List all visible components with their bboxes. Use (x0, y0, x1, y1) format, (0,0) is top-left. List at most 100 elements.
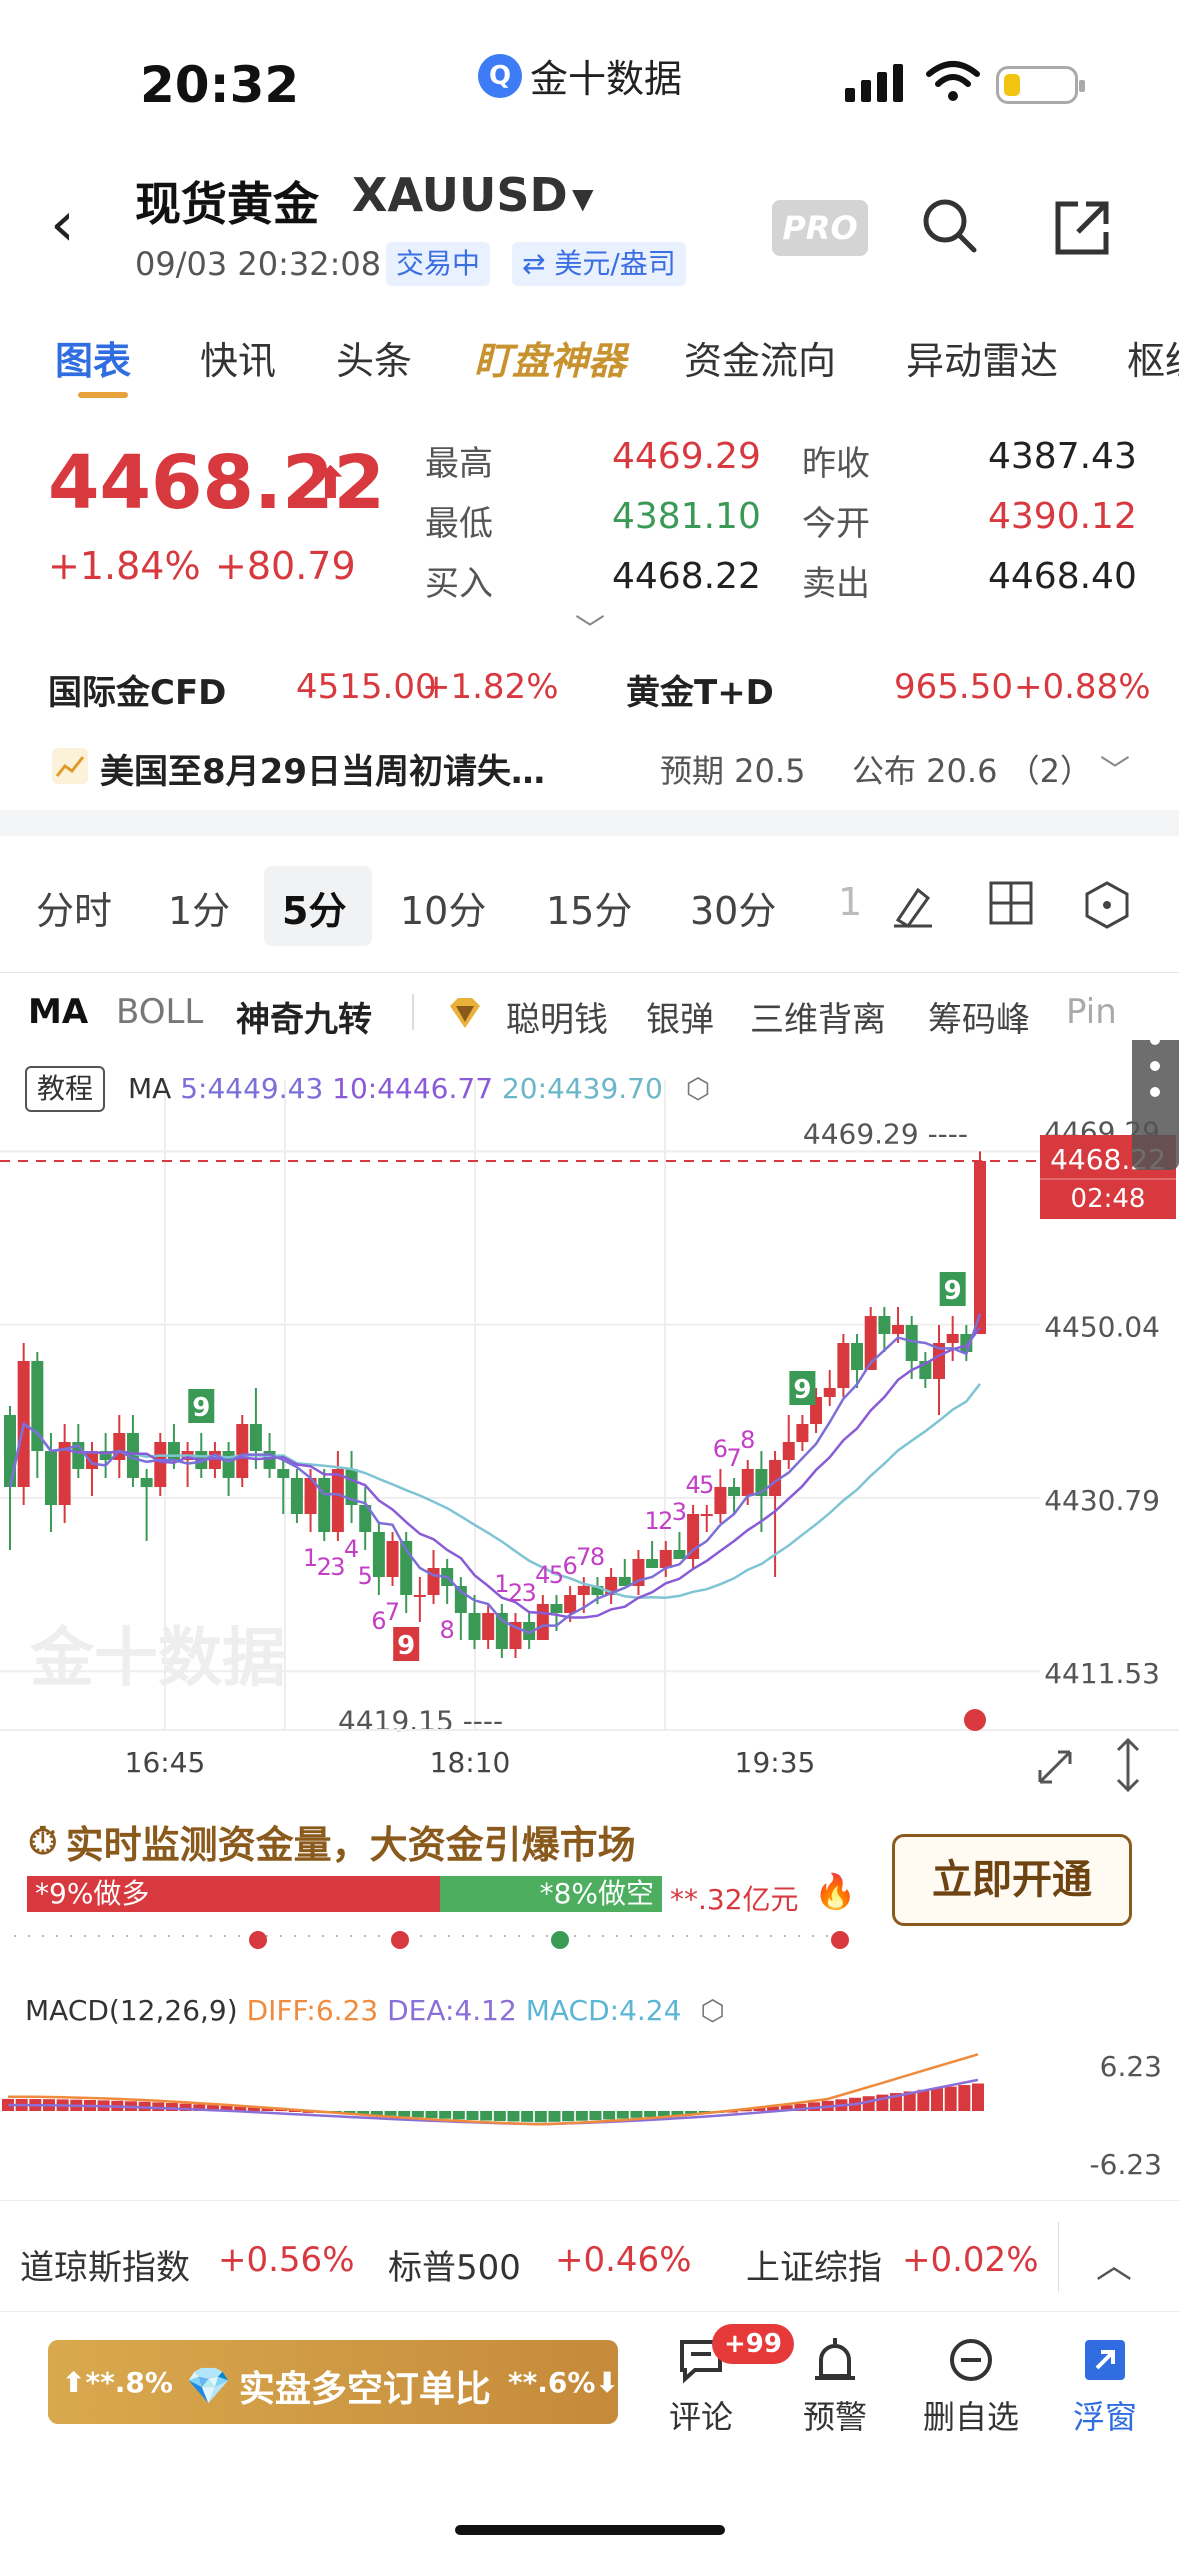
nav-float-window[interactable]: 浮窗 (1050, 2336, 1160, 2438)
td-count-label: 8 (740, 1426, 755, 1454)
macd-bar (657, 2111, 670, 2117)
tab-headlines[interactable]: 头条 (336, 330, 412, 385)
back-button[interactable]: ‹ (50, 193, 100, 264)
settings-hex-icon[interactable] (1082, 880, 1132, 930)
ma-legend-label: MA (128, 1072, 172, 1105)
alarm-icon (815, 2338, 855, 2380)
search-icon[interactable] (920, 196, 980, 256)
macd-bar (603, 2111, 616, 2120)
trading-status-badge: 交易中 (386, 242, 491, 286)
pro-button[interactable]: PRO (772, 200, 868, 256)
period-tab-more[interactable]: 1 (838, 880, 862, 924)
macd-bar (862, 2096, 875, 2111)
indicator-boll[interactable]: BOLL (116, 992, 203, 1032)
td-nine-label: 9 (793, 1375, 811, 1405)
float-window-icon (1085, 2340, 1125, 2380)
candle-body (167, 1442, 180, 1460)
td-count-label: 7 (385, 1598, 400, 1626)
candle-body (851, 1343, 864, 1370)
macd-label: MACD(12,26,9) (25, 1994, 238, 2027)
candle-body (249, 1424, 262, 1451)
macd-bar (384, 2111, 397, 2116)
cross-quote-name[interactable]: 黄金T+D (626, 665, 774, 714)
ticker-name[interactable]: 上证综指 (746, 2240, 882, 2289)
ticker-divider (1058, 2222, 1059, 2292)
candle-body (290, 1478, 303, 1514)
ticker-name[interactable]: 道琼斯指数 (20, 2240, 190, 2289)
fund-monitor-title-text: 实时监测资金量，大资金引爆市场 (65, 1823, 636, 1867)
drawer-dot (1150, 1087, 1160, 1097)
fund-amount: **.32亿元 (670, 1883, 799, 1916)
x-axis-tick: 18:10 (430, 1746, 511, 1779)
settings-hex-icon[interactable]: ⬡ (700, 1994, 724, 2027)
fund-short-bar: *8%做空 (440, 1876, 662, 1912)
td-nine-label: 9 (944, 1276, 962, 1306)
unit-switch-chip[interactable]: ⇄ 美元/盎司 (512, 242, 686, 286)
tab-flash[interactable]: 快讯 (200, 330, 276, 385)
tab-fund-flow[interactable]: 资金流向 (684, 330, 836, 385)
nav-alert[interactable]: 预警 (780, 2336, 890, 2438)
vertical-scale-icon[interactable] (1116, 1737, 1140, 1793)
ma5-value: 5:4449.43 (180, 1072, 324, 1105)
indicator-td-sequential[interactable]: 神奇九转 (236, 992, 372, 1041)
indicator-3d-divergence[interactable]: 三维背离 (750, 992, 886, 1041)
tutorial-button[interactable]: 教程 (25, 1066, 105, 1112)
economic-event-title[interactable]: 美国至8月29日当周初请失… (100, 744, 545, 793)
candle-body (577, 1586, 590, 1595)
candle-body (550, 1604, 563, 1613)
status-app-name[interactable]: Q 金十数据 (478, 48, 682, 103)
nav-remove-watchlist[interactable]: 删自选 (916, 2336, 1026, 2438)
td-count-label: 4 (344, 1535, 359, 1563)
tab-radar[interactable]: 异动雷达 (906, 330, 1058, 385)
candle-body (974, 1161, 986, 1334)
period-tab-10m[interactable]: 10分 (400, 880, 486, 935)
tab-chart[interactable]: 图表 (55, 330, 131, 385)
event-published: 公布 20.6 （2） (852, 752, 1092, 790)
indicator-silver-bullet[interactable]: 银弹 (646, 992, 714, 1041)
settings-hex-icon[interactable]: ⬡ (686, 1072, 710, 1105)
macd-y-top: 6.23 (1100, 2050, 1162, 2083)
period-tab-1m[interactable]: 1分 (168, 880, 230, 935)
candle-body (646, 1559, 659, 1568)
draw-tool-icon[interactable] (888, 880, 938, 930)
macd-bar (644, 2111, 657, 2117)
symbol-selector[interactable]: XAUUSD (352, 168, 568, 222)
candlestick-chart[interactable]: 金十数据4469.294450.044430.794411.534468.220… (0, 1040, 1179, 1810)
caret-down-icon[interactable]: ▼ (572, 182, 594, 215)
wifi-icon (926, 61, 980, 101)
tab-watch-tool[interactable]: 盯盘神器 (474, 330, 626, 385)
candle-body (673, 1550, 686, 1559)
candle-body (140, 1478, 153, 1487)
macd-bar (589, 2111, 602, 2121)
period-tab-15m[interactable]: 15分 (546, 880, 632, 935)
layout-grid-icon[interactable] (988, 880, 1034, 926)
nav-remove-label: 删自选 (922, 2398, 1019, 2436)
macd-chart[interactable]: 6.23 -6.23 (0, 2036, 1179, 2186)
indicator-ma[interactable]: MA (28, 992, 88, 1032)
period-tab-30m[interactable]: 30分 (690, 880, 776, 935)
macd-bar (452, 2111, 465, 2120)
period-tab-timeshare[interactable]: 分时 (36, 880, 112, 935)
chevron-down-icon[interactable]: ﹀ (575, 605, 605, 649)
indicator-smart-money[interactable]: 聪明钱 (506, 992, 608, 1041)
chevron-up-icon[interactable]: ︿ (1096, 2236, 1132, 2288)
ticker-name[interactable]: 标普500 (388, 2240, 521, 2289)
open-subscription-button[interactable]: 立即开通 (892, 1834, 1132, 1926)
cross-quote-name[interactable]: 国际金CFD (48, 665, 226, 714)
macd-bar (466, 2111, 479, 2120)
indicator-pin[interactable]: Pin (1066, 992, 1117, 1032)
candle-body (728, 1487, 741, 1496)
ticker-value: +0.02% (902, 2240, 1039, 2280)
fund-monitor-title[interactable]: ⏱ 实时监测资金量，大资金引爆市场 (28, 1814, 636, 1869)
share-icon[interactable] (1052, 198, 1112, 258)
period-tab-5m[interactable]: 5分 (282, 880, 346, 935)
candle-body (236, 1424, 249, 1478)
stat-label-high: 最高 (425, 444, 493, 484)
remove-circle-icon (950, 2339, 992, 2381)
tab-hub[interactable]: 枢纽 (1127, 330, 1179, 385)
side-drawer-handle[interactable] (1132, 1040, 1179, 1170)
td-count-label: 8 (440, 1616, 455, 1644)
indicator-chip-peak[interactable]: 筹码峰 (928, 992, 1030, 1041)
fullscreen-icon[interactable] (1038, 1750, 1072, 1784)
chevron-down-icon[interactable]: ﹀ (1100, 746, 1130, 790)
